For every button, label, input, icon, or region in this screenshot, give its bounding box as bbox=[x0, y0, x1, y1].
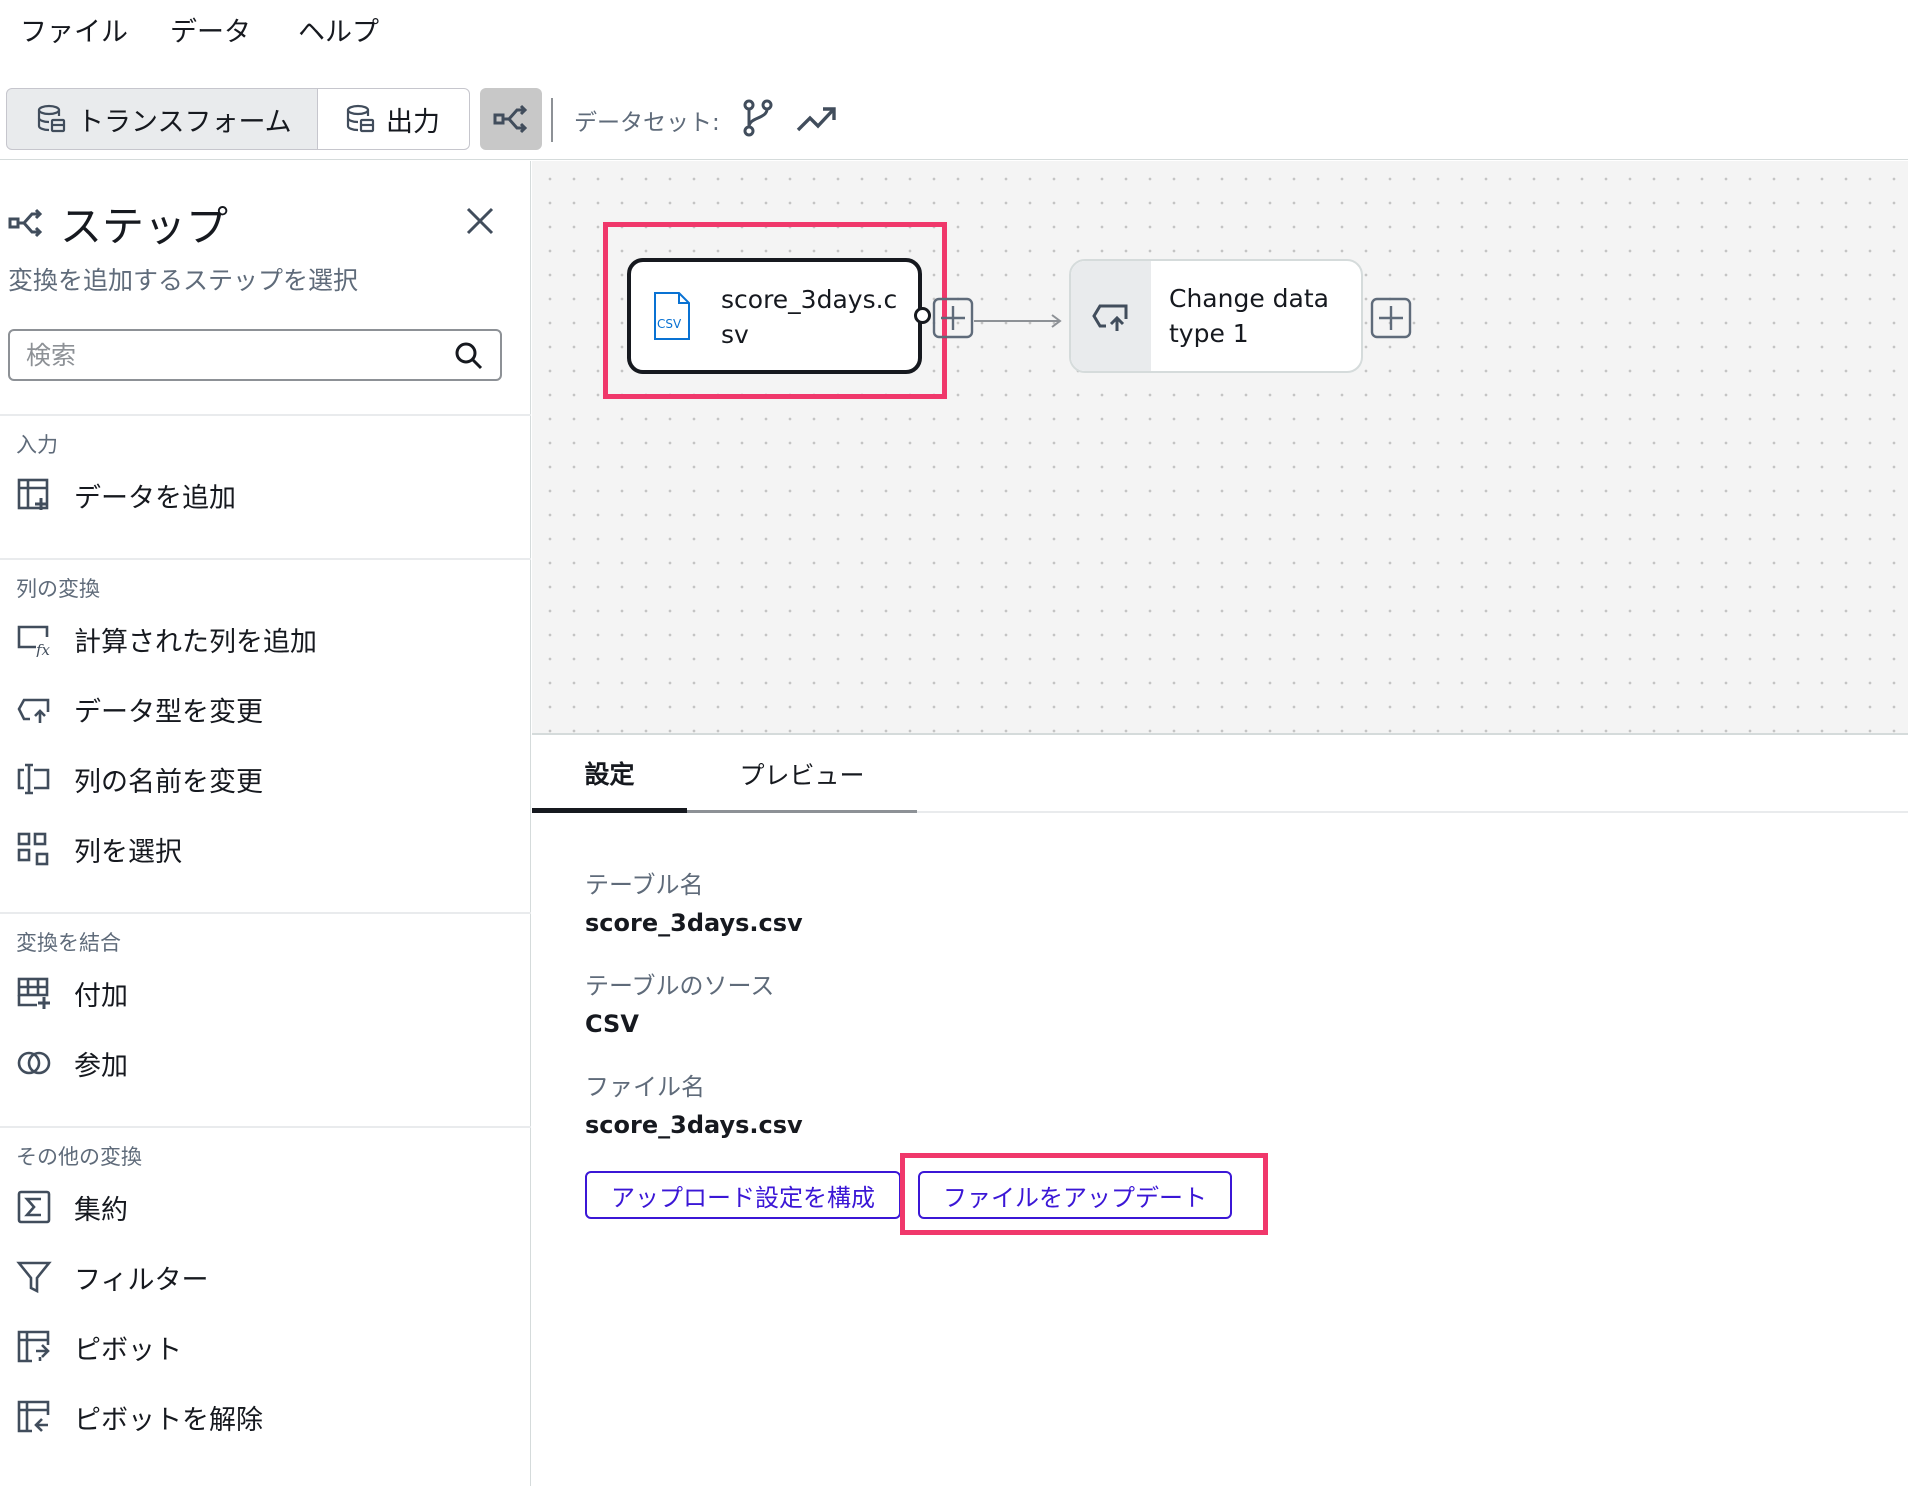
output-tab-label: 出力 bbox=[386, 106, 440, 138]
append-icon bbox=[17, 977, 50, 1009]
step-label: ピボットを解除 bbox=[74, 1404, 263, 1436]
database-icon bbox=[346, 104, 375, 133]
step-label: 付加 bbox=[74, 980, 128, 1012]
step-add-calculated-column[interactable]: fx 計算された列を追加 bbox=[16, 614, 516, 664]
menu-data[interactable]: データ bbox=[170, 10, 251, 49]
filter-icon bbox=[16, 1261, 52, 1294]
section-divider bbox=[0, 1126, 531, 1128]
steps-panel-toggle-button[interactable] bbox=[480, 88, 542, 150]
search-icon[interactable] bbox=[454, 341, 484, 371]
svg-text:CSV: CSV bbox=[657, 317, 682, 331]
plus-icon bbox=[932, 297, 974, 339]
node-label: Change data type 1 bbox=[1169, 284, 1329, 348]
menu-bar: ファイル データ ヘルプ bbox=[0, 0, 1908, 62]
step-label: 集約 bbox=[74, 1194, 128, 1226]
step-rename-column[interactable]: 列の名前を変更 bbox=[16, 754, 516, 804]
toolbar-divider bbox=[551, 98, 553, 142]
table-source-label: テーブルのソース bbox=[585, 972, 775, 1000]
table-name-value: score_3days.csv bbox=[585, 909, 803, 937]
output-tab-button[interactable]: 出力 bbox=[318, 88, 470, 150]
table-add-icon bbox=[17, 478, 49, 510]
add-step-button[interactable] bbox=[932, 297, 974, 339]
function-column-icon: fx bbox=[17, 625, 51, 657]
section-heading-combine: 変換を結合 bbox=[16, 931, 121, 955]
dataset-label: データセット: bbox=[574, 110, 720, 136]
search-box bbox=[8, 329, 502, 381]
sigma-icon bbox=[17, 1190, 51, 1224]
add-step-button[interactable] bbox=[1370, 297, 1412, 339]
file-name-value: score_3days.csv bbox=[585, 1111, 803, 1139]
flow-icon bbox=[493, 104, 528, 134]
step-join[interactable]: 参加 bbox=[16, 1038, 516, 1088]
step-label: フィルター bbox=[74, 1264, 209, 1296]
step-label: 計算された列を追加 bbox=[74, 626, 317, 658]
step-filter[interactable]: フィルター bbox=[16, 1252, 516, 1302]
branch-icon[interactable] bbox=[736, 96, 780, 140]
tab-preview[interactable]: プレビュー bbox=[687, 737, 917, 813]
toolbar: トランスフォーム 出力 データセット: bbox=[0, 80, 1908, 160]
transform-tab-label: トランスフォーム bbox=[77, 106, 292, 138]
flow-node-source[interactable]: CSV score_3days.csv bbox=[627, 258, 922, 374]
section-divider bbox=[0, 414, 531, 416]
step-label: 参加 bbox=[74, 1050, 128, 1082]
node-label: score_3days.csv bbox=[721, 285, 898, 349]
node-icon-area: CSV bbox=[631, 262, 713, 370]
step-append[interactable]: 付加 bbox=[16, 968, 516, 1018]
update-file-button[interactable]: ファイルをアップデート bbox=[918, 1171, 1232, 1219]
unpivot-icon bbox=[17, 1400, 50, 1433]
pivot-icon bbox=[17, 1330, 50, 1363]
step-label: ピボット bbox=[74, 1334, 182, 1366]
csv-file-icon: CSV bbox=[654, 292, 690, 340]
step-select-columns[interactable]: 列を選択 bbox=[16, 824, 516, 874]
step-change-data-type[interactable]: データ型を変更 bbox=[16, 684, 516, 734]
step-label: データ型を変更 bbox=[74, 696, 263, 728]
menu-file[interactable]: ファイル bbox=[20, 10, 128, 49]
svg-text:fx: fx bbox=[35, 641, 51, 657]
flow-node-change-type[interactable]: Change data type 1 bbox=[1069, 259, 1363, 373]
step-aggregate[interactable]: 集約 bbox=[16, 1182, 516, 1232]
rename-column-icon bbox=[17, 763, 50, 795]
menu-help[interactable]: ヘルプ bbox=[298, 10, 379, 49]
flow-connector-arrow bbox=[974, 314, 1062, 328]
configure-upload-button[interactable]: アップロード設定を構成 bbox=[585, 1171, 901, 1219]
change-type-icon bbox=[1092, 304, 1128, 331]
steps-title: ステップ bbox=[60, 202, 229, 251]
steps-panel: ステップ 変換を追加するステップを選択 入力 データを追加 列の変換 fx 計算… bbox=[0, 161, 531, 1486]
steps-subtitle: 変換を追加するステップを選択 bbox=[8, 266, 359, 295]
table-name-label: テーブル名 bbox=[585, 871, 704, 899]
section-divider bbox=[0, 558, 531, 560]
select-columns-icon bbox=[17, 832, 49, 866]
close-icon[interactable] bbox=[464, 205, 496, 237]
step-label: 列を選択 bbox=[74, 836, 182, 868]
flow-icon bbox=[8, 208, 43, 238]
step-pivot[interactable]: ピボット bbox=[16, 1322, 516, 1372]
section-heading-input: 入力 bbox=[16, 433, 58, 457]
table-source-value: CSV bbox=[585, 1010, 639, 1038]
node-output-port[interactable] bbox=[914, 307, 931, 324]
trend-icon[interactable] bbox=[794, 96, 838, 140]
section-heading-column: 列の変換 bbox=[16, 577, 100, 601]
step-unpivot[interactable]: ピボットを解除 bbox=[16, 1392, 516, 1442]
node-icon-area bbox=[1071, 261, 1151, 371]
details-panel: 設定 プレビュー テーブル名 score_3days.csv テーブルのソース … bbox=[532, 737, 1908, 1486]
search-input[interactable] bbox=[26, 337, 426, 373]
section-divider bbox=[0, 912, 531, 914]
step-add-data[interactable]: データを追加 bbox=[16, 470, 516, 520]
step-label: 列の名前を変更 bbox=[74, 766, 263, 798]
step-label: データを追加 bbox=[74, 482, 236, 514]
tab-settings[interactable]: 設定 bbox=[532, 737, 687, 813]
plus-icon bbox=[1370, 297, 1412, 339]
join-icon bbox=[17, 1051, 51, 1075]
database-icon bbox=[37, 104, 66, 133]
section-heading-other: その他の変換 bbox=[16, 1145, 142, 1169]
file-name-label: ファイル名 bbox=[585, 1073, 705, 1101]
change-type-icon bbox=[17, 698, 50, 723]
transform-tab-button[interactable]: トランスフォーム bbox=[6, 88, 318, 150]
flow-canvas[interactable]: CSV score_3days.csv Change data type 1 bbox=[532, 161, 1908, 735]
